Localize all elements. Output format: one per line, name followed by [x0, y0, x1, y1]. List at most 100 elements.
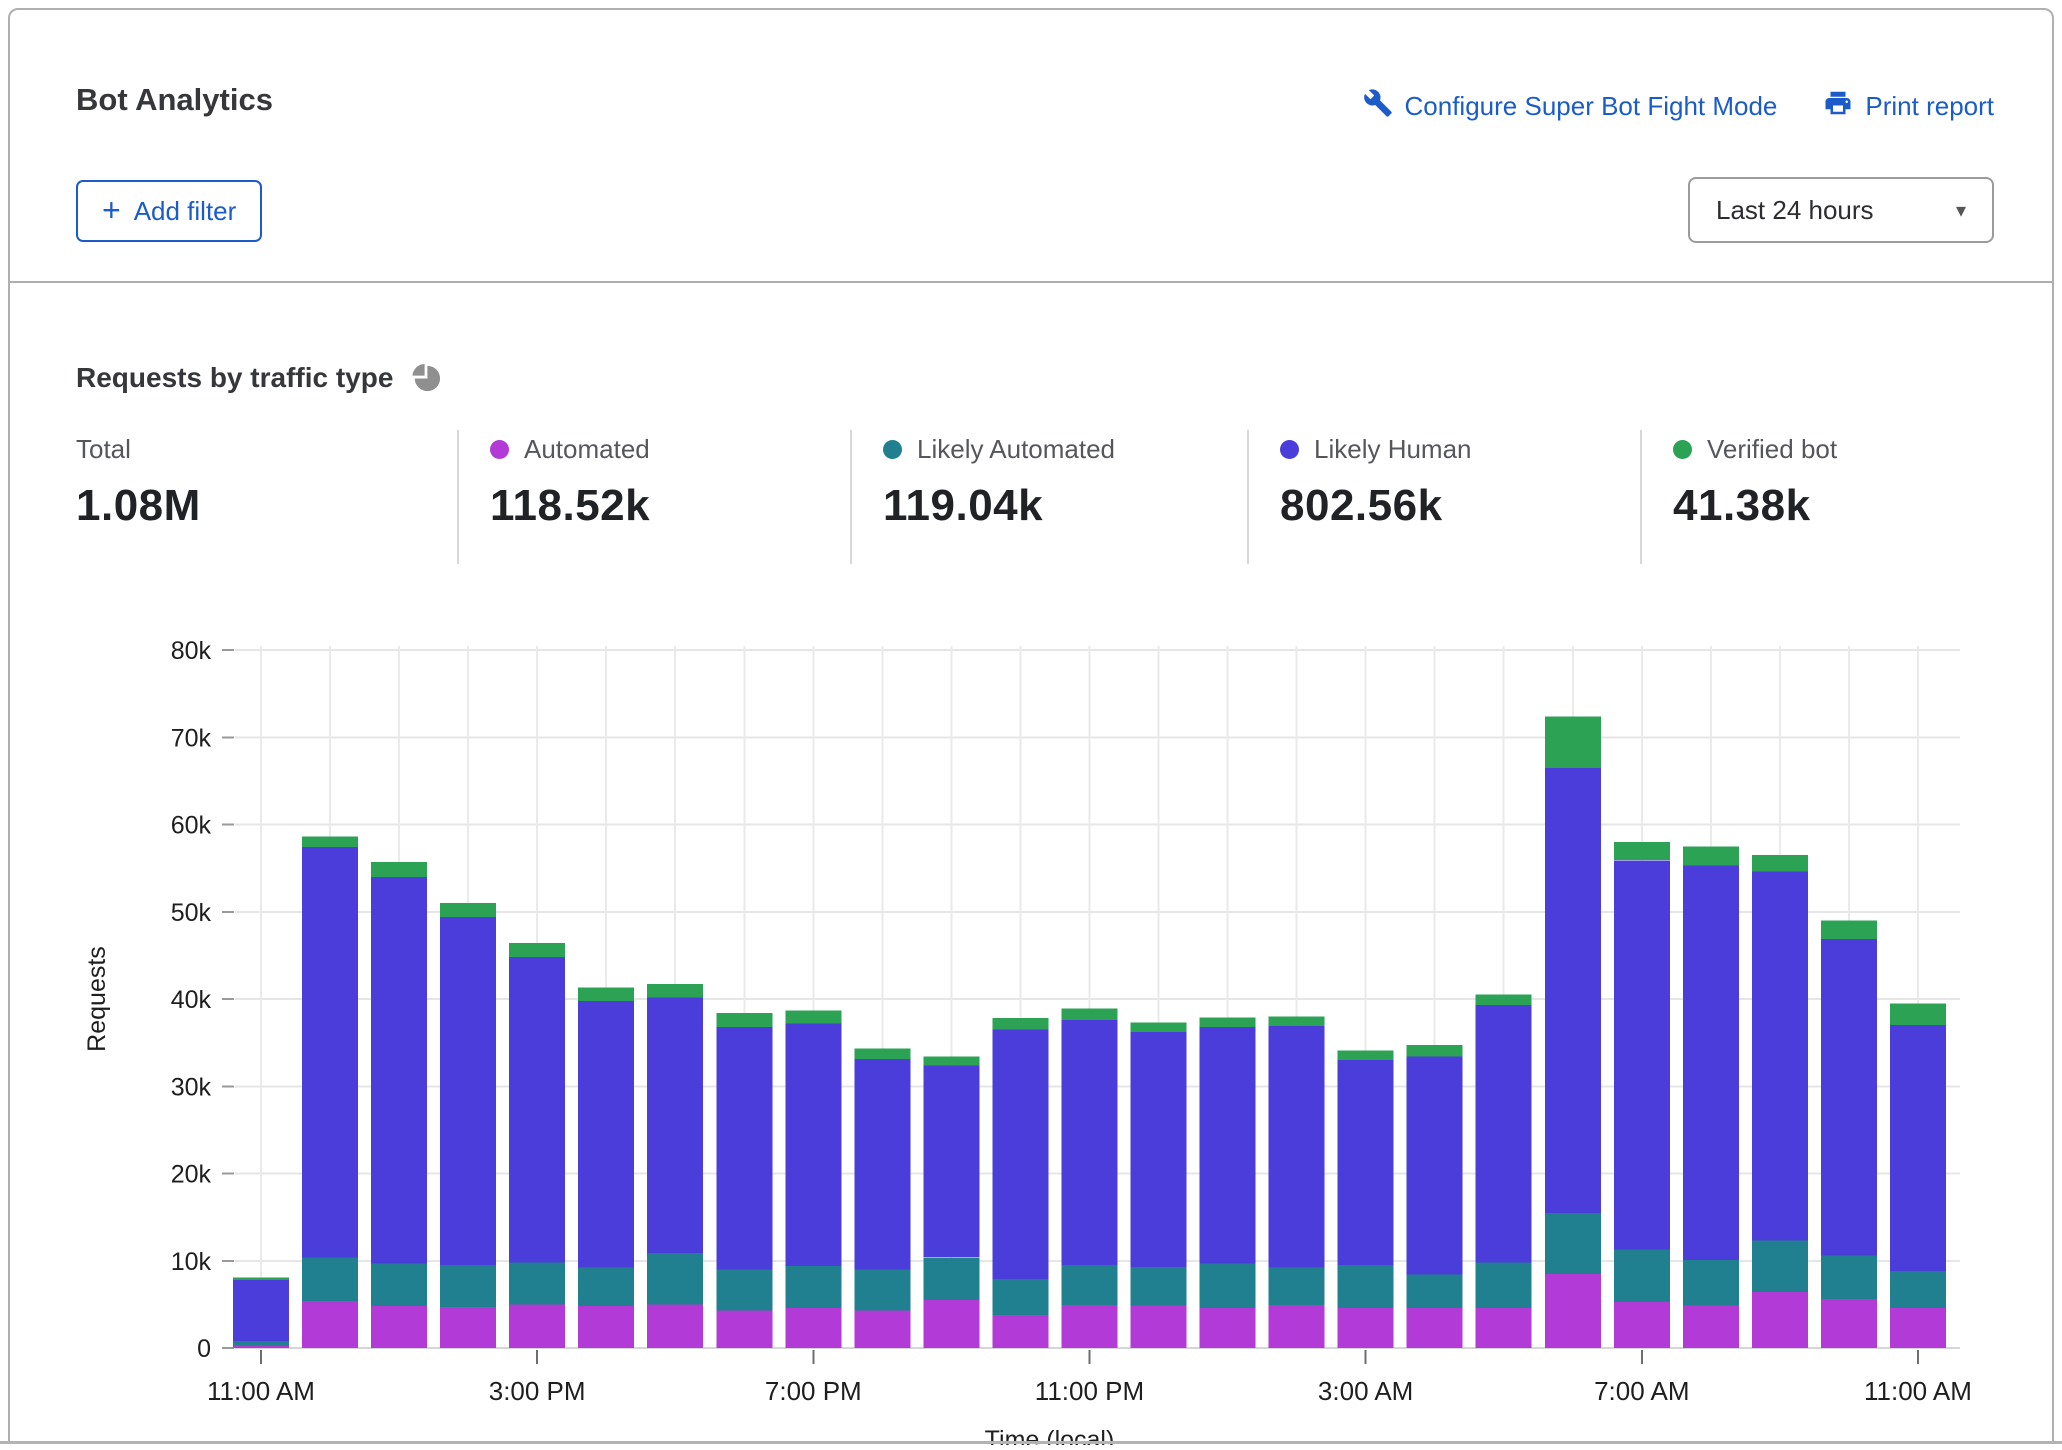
bar-segment-automated	[578, 1306, 634, 1348]
requests-by-traffic-type-chart[interactable]: 010k20k30k40k50k60k70k80k11:00 AM3:00 PM…	[10, 610, 2062, 1445]
bar-segment-verified-bot	[1200, 1017, 1256, 1027]
add-filter-button[interactable]: + Add filter	[76, 180, 262, 242]
bar-2-00-am[interactable]	[1269, 1016, 1325, 1348]
bar-5-00-pm[interactable]	[647, 984, 703, 1348]
bar-segment-likely-human	[1269, 1026, 1325, 1268]
bar-segment-verified-bot	[1752, 855, 1808, 872]
bar-4-00-am[interactable]	[1407, 1045, 1463, 1348]
y-tick-label: 50k	[171, 899, 212, 927]
bar-6-00-pm[interactable]	[716, 1013, 772, 1348]
bar-segment-automated	[1614, 1302, 1670, 1348]
bar-segment-likely-human	[1131, 1032, 1187, 1267]
bar-11-00-pm[interactable]	[1062, 1009, 1118, 1348]
bar-segment-likely-automated	[1407, 1275, 1463, 1308]
bar-segment-verified-bot	[1269, 1016, 1325, 1026]
bar-segment-verified-bot	[578, 988, 634, 1001]
bar-segment-verified-bot	[992, 1018, 1048, 1029]
bar-segment-verified-bot	[1614, 842, 1670, 860]
y-tick-label: 0	[197, 1335, 211, 1363]
bar-11-00-am[interactable]	[1890, 1003, 1946, 1348]
bar-segment-likely-automated	[1338, 1265, 1394, 1308]
bar-segment-verified-bot	[1545, 716, 1601, 768]
verified-bot-dot	[1673, 440, 1692, 459]
x-tick-label: 3:00 PM	[489, 1376, 586, 1406]
bar-7-00-am[interactable]	[1614, 842, 1670, 1348]
stat-divider	[1247, 430, 1249, 564]
bar-1-00-am[interactable]	[1200, 1017, 1256, 1348]
automated-dot	[490, 440, 509, 459]
bar-4-00-pm[interactable]	[578, 988, 634, 1348]
bar-segment-automated	[992, 1315, 1048, 1348]
bar-segment-verified-bot	[923, 1057, 979, 1066]
bar-segment-verified-bot	[716, 1013, 772, 1027]
stat-value: 1.08M	[76, 481, 201, 531]
bar-3-00-pm[interactable]	[509, 943, 565, 1348]
bar-segment-likely-human	[992, 1030, 1048, 1280]
bar-segment-likely-human	[440, 917, 496, 1265]
configure-super-bot-fight-mode-link[interactable]: Configure Super Bot Fight Mode	[1363, 88, 1778, 125]
bar-6-00-am[interactable]	[1545, 716, 1601, 1348]
bar-segment-automated	[440, 1307, 496, 1348]
bar-segment-automated	[371, 1306, 427, 1348]
bar-segment-likely-automated	[785, 1266, 841, 1308]
print-link-label: Print report	[1865, 91, 1994, 122]
stat-likely-human[interactable]: Likely Human 802.56k	[1280, 434, 1472, 531]
bar-5-00-am[interactable]	[1476, 995, 1532, 1348]
bar-segment-likely-automated	[233, 1341, 289, 1345]
stat-likely-automated[interactable]: Likely Automated 119.04k	[883, 434, 1115, 531]
bar-8-00-pm[interactable]	[854, 1049, 910, 1348]
bar-segment-likely-automated	[1752, 1241, 1808, 1293]
stat-automated[interactable]: Automated 118.52k	[490, 434, 650, 531]
bar-segment-likely-automated	[1062, 1265, 1118, 1305]
bar-segment-likely-human	[1890, 1025, 1946, 1271]
stat-divider	[1640, 430, 1642, 564]
stat-label: Likely Automated	[917, 434, 1115, 465]
bar-segment-automated	[1200, 1308, 1256, 1348]
printer-icon	[1823, 88, 1853, 125]
bar-segment-verified-bot	[785, 1010, 841, 1023]
stat-label: Automated	[524, 434, 650, 465]
stat-verified-bot[interactable]: Verified bot 41.38k	[1673, 434, 1837, 531]
header-actions: Configure Super Bot Fight Mode Print rep…	[1363, 88, 1994, 125]
bar-8-00-am[interactable]	[1683, 846, 1739, 1348]
y-tick-label: 10k	[171, 1248, 212, 1276]
bar-segment-automated	[1545, 1274, 1601, 1348]
bar-12-00-pm[interactable]	[302, 837, 358, 1348]
bar-11-00-am[interactable]	[233, 1277, 289, 1348]
stat-label: Verified bot	[1707, 434, 1837, 465]
bar-7-00-pm[interactable]	[785, 1010, 841, 1348]
bar-12-00-am[interactable]	[1131, 1023, 1187, 1348]
x-tick-label: 7:00 AM	[1594, 1376, 1689, 1406]
bar-10-00-pm[interactable]	[992, 1018, 1048, 1348]
bar-3-00-am[interactable]	[1338, 1051, 1394, 1349]
pie-chart-icon[interactable]	[411, 363, 441, 393]
wrench-icon	[1363, 88, 1393, 125]
time-range-dropdown[interactable]: Last 24 hours ▾	[1688, 177, 1994, 243]
print-report-link[interactable]: Print report	[1823, 88, 1994, 125]
bar-segment-likely-human	[302, 847, 358, 1257]
y-tick-label: 70k	[171, 724, 212, 752]
section-title: Requests by traffic type	[76, 362, 393, 394]
bar-segment-likely-human	[1683, 866, 1739, 1260]
time-range-value: Last 24 hours	[1716, 195, 1874, 226]
bar-1-00-pm[interactable]	[371, 862, 427, 1348]
likely-automated-dot	[883, 440, 902, 459]
bar-segment-likely-automated	[1200, 1263, 1256, 1308]
bar-10-00-am[interactable]	[1821, 921, 1877, 1349]
bar-segment-likely-automated	[1131, 1267, 1187, 1305]
y-tick-label: 80k	[171, 637, 212, 665]
stat-value: 802.56k	[1280, 481, 1472, 531]
bar-segment-automated	[854, 1311, 910, 1349]
chevron-down-icon: ▾	[1956, 198, 1966, 223]
bar-segment-automated	[509, 1304, 565, 1348]
stat-total[interactable]: Total 1.08M	[76, 434, 201, 531]
bar-segment-likely-automated	[647, 1253, 703, 1305]
bar-segment-likely-automated	[1269, 1268, 1325, 1306]
bar-9-00-pm[interactable]	[923, 1057, 979, 1348]
bar-segment-likely-automated	[1614, 1249, 1670, 1301]
bar-9-00-am[interactable]	[1752, 855, 1808, 1348]
bar-segment-automated	[1476, 1308, 1532, 1348]
bar-segment-automated	[1062, 1305, 1118, 1348]
bar-segment-likely-human	[1200, 1027, 1256, 1263]
bar-2-00-pm[interactable]	[440, 903, 496, 1348]
